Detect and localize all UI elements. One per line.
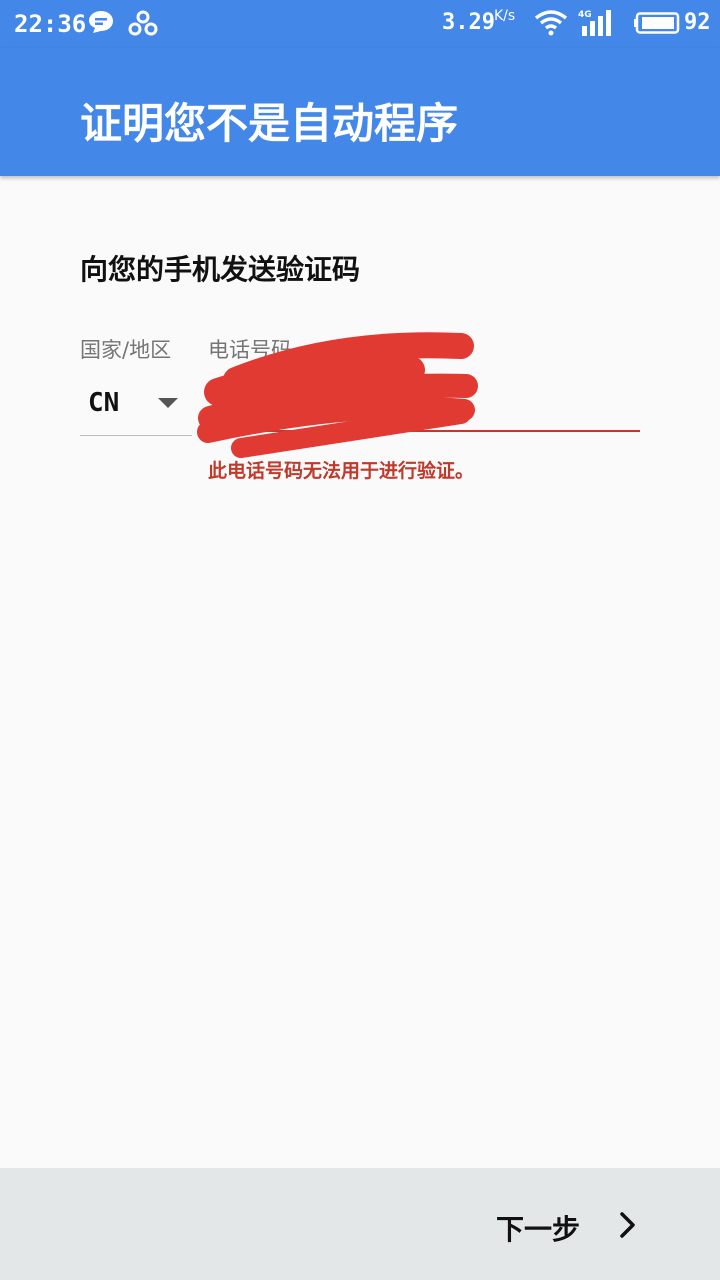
form-subtitle: 向您的手机发送验证码 — [80, 253, 361, 286]
network-speed-unit: K/s — [494, 8, 516, 24]
status-time: 22:36 — [14, 10, 87, 38]
network-speed: 3.29 — [442, 10, 495, 35]
app-bar: 证明您不是自动程序 — [0, 48, 720, 176]
dropdown-arrow-icon — [158, 398, 178, 408]
next-button[interactable]: 下一步 — [488, 1196, 658, 1256]
svg-text:4G: 4G — [578, 10, 592, 20]
chevron-right-icon — [620, 1212, 635, 1238]
country-value: CN — [88, 388, 120, 418]
share-icon — [128, 10, 158, 36]
signal-4g-icon: 4G — [578, 10, 611, 36]
page-title: 证明您不是自动程序 — [80, 99, 459, 148]
next-button-label: 下一步 — [496, 1213, 581, 1246]
footer-bar: 下一步 — [0, 1168, 720, 1280]
message-icon — [89, 11, 113, 33]
redaction-scribble — [197, 332, 478, 458]
battery-percentage: 92 — [684, 10, 711, 35]
country-select[interactable]: CN — [80, 374, 192, 436]
battery-icon — [634, 12, 680, 34]
phone-error-message: 此电话号码无法用于进行验证。 — [208, 460, 475, 482]
status-bar: 22:36 3.29 K/s 4G 92 — [0, 0, 720, 48]
country-label: 国家/地区 — [80, 338, 172, 362]
wifi-icon — [534, 10, 568, 36]
